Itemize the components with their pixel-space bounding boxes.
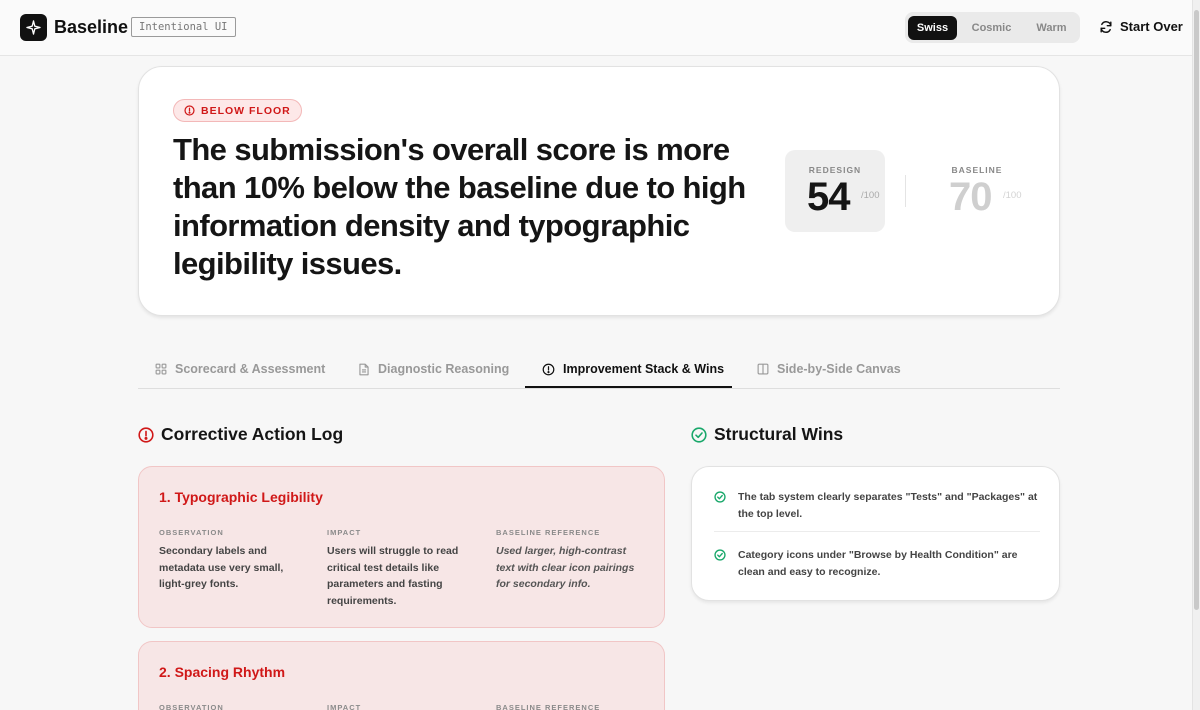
baseline-score: BASELINE 70 /100 xyxy=(927,150,1027,232)
action-title: 2. Spacing Rhythm xyxy=(159,664,286,680)
theme-cosmic-button[interactable]: Cosmic xyxy=(957,16,1026,40)
tab-scorecard-label: Scorecard & Assessment xyxy=(175,362,326,376)
theme-swiss-button[interactable]: Swiss xyxy=(908,15,957,40)
reference-label: BASELINE REFERENCE xyxy=(496,703,601,710)
scrollbar-thumb[interactable] xyxy=(1194,10,1199,610)
scrollbar[interactable] xyxy=(1192,0,1200,710)
theme-switcher: Swiss Cosmic Warm xyxy=(905,12,1080,43)
grid-icon xyxy=(155,363,167,375)
brand-name: Baseline xyxy=(54,17,129,37)
reference-text: Used larger, high-contrast text with cle… xyxy=(496,545,635,590)
verdict-headline: The submission's overall score is more t… xyxy=(173,132,746,281)
observation-label: OBSERVATION xyxy=(159,528,224,537)
structural-wins-heading: Structural Wins xyxy=(691,424,843,445)
alert-circle-icon xyxy=(542,363,555,375)
refresh-icon xyxy=(1100,20,1112,33)
action-title: 1. Typographic Legibility xyxy=(159,489,323,505)
start-over-label: Start Over xyxy=(1120,19,1183,34)
verdict-card: BELOW FLOOR The submission's overall sco… xyxy=(138,66,1060,316)
win-text: Category icons under "Browse by Health C… xyxy=(738,549,1018,578)
top-bar: Baseline Intentional UI Swiss Cosmic War… xyxy=(0,0,1192,56)
redesign-score-max: /100 xyxy=(861,190,880,201)
observation-label: OBSERVATION xyxy=(159,703,224,710)
structural-wins-title: Structural Wins xyxy=(714,424,844,444)
tab-bar: Scorecard & Assessment Diagnostic Reason… xyxy=(138,350,1060,389)
impact-text: Users will struggle to read critical tes… xyxy=(327,545,459,607)
check-circle-icon xyxy=(691,426,707,443)
baseline-score-value: 70 xyxy=(949,175,992,219)
list-item: The tab system clearly separates "Tests"… xyxy=(714,489,1040,523)
redesign-score-label: REDESIGN xyxy=(808,165,862,175)
status-badge-label: BELOW FLOOR xyxy=(201,104,291,117)
win-text: The tab system clearly separates "Tests"… xyxy=(738,491,1038,520)
tab-improvement[interactable]: Improvement Stack & Wins xyxy=(542,350,724,388)
impact-label: IMPACT xyxy=(327,528,362,537)
corrective-log-heading: Corrective Action Log xyxy=(138,424,343,445)
tab-canvas-label: Side-by-Side Canvas xyxy=(777,362,901,376)
redesign-score-value: 54 xyxy=(807,175,850,219)
observation-text: Secondary labels and metadata use very s… xyxy=(159,545,284,590)
reference-column: BASELINE REFERENCE Used larger, high-con… xyxy=(496,528,646,593)
check-circle-icon xyxy=(714,549,726,561)
observation-column: OBSERVATION xyxy=(159,703,309,710)
wins-card: The tab system clearly separates "Tests"… xyxy=(691,466,1060,601)
baseline-score-label: BASELINE xyxy=(951,165,1003,175)
tab-diagnostic[interactable]: Diagnostic Reasoning xyxy=(358,350,509,388)
observation-column: OBSERVATION Secondary labels and metadat… xyxy=(159,528,309,593)
start-over-button[interactable]: Start Over xyxy=(1099,19,1183,34)
score-divider xyxy=(905,175,906,207)
impact-column: IMPACT xyxy=(327,703,477,710)
baseline-score-max: /100 xyxy=(1003,190,1022,201)
logo[interactable] xyxy=(20,14,47,41)
action-card: 1. Typographic Legibility OBSERVATION Se… xyxy=(138,466,665,628)
columns-icon xyxy=(757,363,769,375)
alert-circle-icon xyxy=(184,105,195,116)
list-item: Category icons under "Browse by Health C… xyxy=(714,547,1040,581)
brand-tag: Intentional UI xyxy=(131,17,236,37)
redesign-score: REDESIGN 54 /100 xyxy=(785,150,885,232)
status-badge: BELOW FLOOR xyxy=(173,99,302,122)
check-circle-icon xyxy=(714,491,726,503)
divider xyxy=(714,531,1040,532)
reference-label: BASELINE REFERENCE xyxy=(496,528,601,537)
tab-improvement-label: Improvement Stack & Wins xyxy=(563,362,725,376)
reference-column: BASELINE REFERENCE xyxy=(496,703,646,710)
impact-column: IMPACT Users will struggle to read criti… xyxy=(327,528,477,609)
sparkle-icon xyxy=(26,20,41,35)
tab-scorecard[interactable]: Scorecard & Assessment xyxy=(155,350,325,388)
corrective-log-title: Corrective Action Log xyxy=(161,424,344,444)
tab-diagnostic-label: Diagnostic Reasoning xyxy=(378,362,510,376)
action-card: 2. Spacing Rhythm OBSERVATION IMPACT BAS… xyxy=(138,641,665,710)
theme-warm-button[interactable]: Warm xyxy=(1026,16,1077,40)
document-icon xyxy=(359,363,369,375)
tab-canvas[interactable]: Side-by-Side Canvas xyxy=(757,350,901,388)
impact-label: IMPACT xyxy=(327,703,362,710)
active-tab-indicator xyxy=(525,386,732,388)
alert-circle-icon xyxy=(138,426,154,443)
